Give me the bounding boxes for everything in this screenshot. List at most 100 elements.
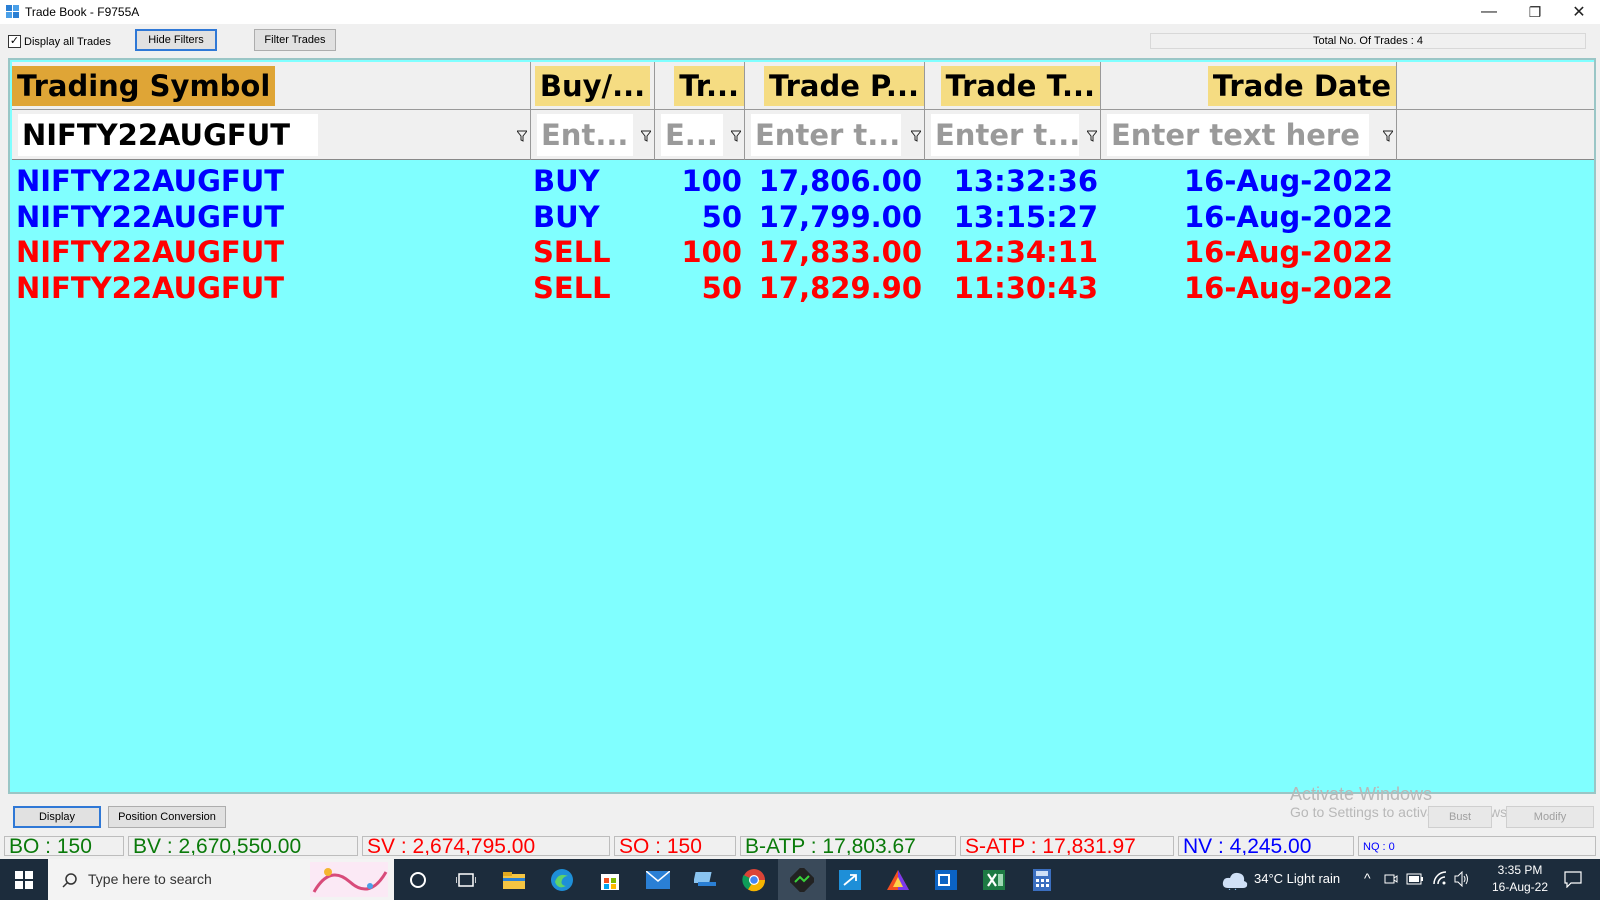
filter-funnel-icon[interactable] — [731, 130, 741, 142]
edge-button[interactable] — [538, 859, 586, 900]
chrome-button[interactable] — [730, 859, 778, 900]
trading-app-button[interactable] — [778, 859, 826, 900]
mail-icon — [646, 870, 670, 889]
filter-funnel-icon[interactable] — [517, 130, 527, 142]
minimize-button[interactable]: — — [1466, 0, 1512, 24]
filter-cell-trade-time: Enter t... — [925, 110, 1101, 160]
taskbar-search-placeholder: Type here to search — [88, 871, 212, 887]
column-header-label: Trade T... — [940, 66, 1100, 106]
cell-trade-qty: 100 — [681, 164, 742, 198]
total-trades-count: Total No. Of Trades : 4 — [1150, 33, 1586, 49]
table-row[interactable]: NIFTY22AUGFUT SELL 100 17,833.00 12:34:11 16-… — [12, 235, 1594, 270]
app-icon — [694, 871, 716, 886]
cell-buy-sell: BUY — [533, 199, 600, 234]
cell-trade-qty: 50 — [701, 199, 742, 234]
chrome-icon — [742, 868, 766, 891]
search-highlight-icon — [310, 862, 388, 897]
display-all-trades-checkbox[interactable]: ✓ — [8, 35, 21, 48]
filter-funnel-icon[interactable] — [1383, 130, 1393, 142]
column-header-trading-symbol[interactable]: Trading Symbol — [12, 62, 531, 110]
column-header-label: Trading Symbol — [12, 66, 276, 106]
remote-desktop-icon — [839, 869, 861, 890]
meet-now-icon[interactable] — [1384, 872, 1398, 886]
cell-trade-date: 16-Aug-2022 — [1184, 235, 1393, 269]
close-button[interactable]: ✕ — [1556, 0, 1600, 24]
cell-trade-price: 17,806.00 — [758, 164, 922, 198]
modify-button[interactable]: Modify — [1506, 806, 1594, 828]
filter-cell-trading-symbol: NIFTY22AUGFUT — [12, 110, 531, 160]
filter-funnel-icon[interactable] — [641, 130, 651, 142]
hide-filters-button[interactable]: Hide Filters — [135, 29, 217, 51]
table-row[interactable]: NIFTY22AUGFUT BUY 50 17,799.00 13:15:27 16-Au… — [12, 200, 1594, 235]
filter-cell-trade-price: Enter t... — [745, 110, 925, 160]
bust-button[interactable]: Bust — [1428, 806, 1492, 828]
filter-funnel-icon[interactable] — [911, 130, 921, 142]
position-conversion-button[interactable]: Position Conversion — [108, 806, 226, 828]
filter-input-trade-date[interactable]: Enter text here — [1107, 114, 1369, 156]
cell-trade-price: 17,829.90 — [758, 270, 922, 305]
cell-trade-time: 13:15:27 — [953, 199, 1098, 234]
wifi-icon[interactable] — [1432, 871, 1448, 885]
clock-time[interactable]: 3:35 PM — [1484, 863, 1556, 877]
filter-input-trade-price[interactable]: Enter t... — [751, 114, 901, 156]
restore-button[interactable]: ❐ — [1512, 0, 1558, 24]
display-all-trades-toggle[interactable]: ✓ Display all Trades — [8, 35, 111, 48]
outlook-icon — [935, 869, 957, 890]
cell-trade-date: 16-Aug-2022 — [1184, 199, 1393, 234]
trade-grid: Trading Symbol Buy/... Tr... Trade P... … — [8, 58, 1596, 794]
filter-trades-button[interactable]: Filter Trades — [254, 29, 336, 51]
clock-date[interactable]: 16-Aug-22 — [1484, 880, 1556, 894]
app-icon — [6, 5, 19, 18]
cell-trading-symbol: NIFTY22AUGFUT — [16, 164, 285, 198]
search-icon — [62, 873, 77, 888]
cell-trading-symbol: NIFTY22AUGFUT — [16, 199, 285, 234]
notification-center-icon[interactable] — [1564, 871, 1582, 888]
window-title: Trade Book - F9755A — [25, 5, 140, 19]
cell-trade-price: 17,799.00 — [758, 199, 922, 234]
windows-start-button[interactable] — [0, 859, 48, 900]
column-header-buy-sell[interactable]: Buy/... — [531, 62, 655, 110]
battery-icon[interactable] — [1406, 873, 1424, 885]
filter-input-buy-sell[interactable]: Ent... — [537, 114, 633, 156]
excel-icon — [983, 869, 1005, 890]
table-row[interactable]: NIFTY22AUGFUT BUY 100 17,806.00 13:32:36 16-A… — [12, 164, 1594, 199]
column-header-label: Trade P... — [764, 66, 924, 106]
column-header-trade-time[interactable]: Trade T... — [925, 62, 1101, 110]
task-view-button[interactable] — [442, 859, 490, 900]
column-header-label: Trade Date — [1207, 66, 1396, 106]
outlook-button[interactable] — [922, 859, 970, 900]
mail-button[interactable] — [634, 859, 682, 900]
cortana-icon — [410, 871, 426, 888]
calculator-button[interactable] — [1018, 859, 1066, 900]
column-header-trade-date[interactable]: Trade Date — [1101, 62, 1397, 110]
app-button[interactable] — [682, 859, 730, 900]
filter-input-trade-qty[interactable]: E... — [661, 114, 723, 156]
task-view-icon — [456, 872, 476, 887]
excel-button[interactable] — [970, 859, 1018, 900]
cell-buy-sell: BUY — [533, 164, 600, 198]
cortana-button[interactable] — [394, 859, 442, 900]
filter-input-trading-symbol[interactable]: NIFTY22AUGFUT — [18, 114, 318, 156]
file-explorer-button[interactable] — [490, 859, 538, 900]
chevron-up-icon[interactable]: ^ — [1364, 870, 1371, 886]
volume-icon[interactable] — [1454, 871, 1470, 887]
store-button[interactable] — [586, 859, 634, 900]
cell-trade-time: 13:32:36 — [953, 164, 1098, 198]
activate-windows-title: Activate Windows — [1290, 784, 1433, 804]
remote-desktop-button[interactable] — [826, 859, 874, 900]
column-header-trade-qty[interactable]: Tr... — [655, 62, 745, 110]
weather-text[interactable]: 34°C Light rain — [1254, 871, 1340, 886]
display-button[interactable]: Display — [13, 806, 101, 828]
prism-button[interactable] — [874, 859, 922, 900]
table-row[interactable]: NIFTY22AUGFUT SELL 50 17,829.90 11:30:43 16-A… — [12, 271, 1594, 306]
taskbar-search-box[interactable]: Type here to search — [48, 859, 394, 900]
weather-cloud-icon[interactable] — [1222, 870, 1248, 890]
edge-icon — [551, 868, 573, 891]
filter-cell-trade-qty: E... — [655, 110, 745, 160]
filter-input-trade-time[interactable]: Enter t... — [931, 114, 1079, 156]
filter-funnel-icon[interactable] — [1087, 130, 1097, 142]
taskbar: Type here to search 34°C Light rain ^ 3:… — [0, 859, 1600, 900]
buy-average-price: B-ATP : 17,803.67 — [740, 836, 956, 856]
column-header-trade-price[interactable]: Trade P... — [745, 62, 925, 110]
buy-order-qty: BO : 150 — [4, 836, 124, 856]
